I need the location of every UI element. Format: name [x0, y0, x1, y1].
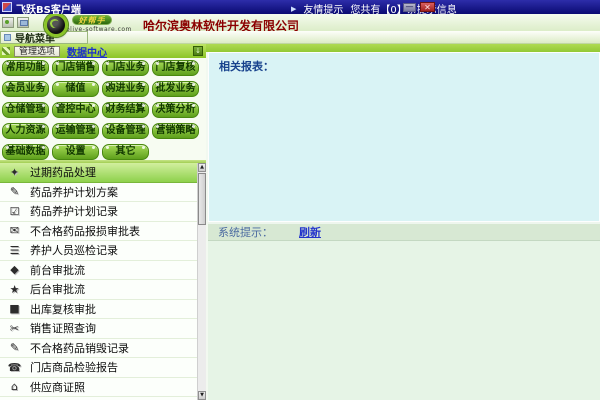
menu-item-icon: ✂ [7, 322, 22, 335]
module-button[interactable]: 基础数据 [2, 144, 49, 160]
menu-item[interactable]: ☰ 养护人员巡检记录 [0, 241, 197, 261]
scroll-up-icon[interactable]: ▲ [198, 163, 206, 172]
tab-data-center[interactable]: 数据中心 [67, 44, 107, 59]
module-button[interactable]: 人力资源 [2, 123, 49, 139]
notice-arrow-icon[interactable]: ▶ [291, 5, 296, 13]
menu-item[interactable]: ☎ 门店商品检验报告 [0, 358, 197, 378]
menu-item-icon: ◆ [7, 263, 22, 276]
module-button[interactable]: 门店销售 [52, 60, 99, 76]
module-button[interactable]: 常用功能 [2, 60, 49, 76]
module-button[interactable]: 财务结算 [102, 102, 149, 118]
related-reports-panel: 相关报表： [208, 52, 600, 222]
menu-item[interactable]: ✦ 过期药品处理 [0, 163, 197, 183]
nav-menu-icon [4, 34, 11, 41]
menu-item-label: 销售证照查询 [30, 320, 96, 336]
menu-item[interactable]: ◆ 前台审批流 [0, 261, 197, 281]
brand-tagline: 好帮手 [72, 15, 112, 25]
left-panel: 常用功能门店销售门店业务门店复核会员业务储值购进业务批发业务仓储管理管控中心财务… [0, 58, 206, 400]
module-button[interactable]: 其它 [102, 144, 149, 160]
system-tip-label: 系统提示： [218, 224, 273, 240]
menu-item-icon: ☑ [7, 205, 22, 218]
menu-item-label: 供应商证照 [30, 379, 85, 395]
refresh-link[interactable]: 刷新 [299, 224, 321, 240]
menu-item-label: 前台审批流 [30, 262, 85, 278]
menu-item[interactable]: ✉ 不合格药品报损审批表 [0, 222, 197, 242]
module-button[interactable]: 管控中心 [52, 102, 99, 118]
notice-label: 友情提示 [303, 1, 343, 16]
menu-item-icon: ✎ [7, 185, 22, 198]
menu-item[interactable]: ☑ 药品养护计划记录 [0, 202, 197, 222]
menu-item-icon: ☰ [7, 244, 22, 257]
menu-item-icon: ■ [7, 302, 22, 315]
module-button[interactable]: 购进业务 [102, 81, 149, 97]
grid-view-icon[interactable] [2, 47, 10, 55]
menu-item-label: 门店商品检验报告 [30, 359, 118, 375]
module-button[interactable]: 门店业务 [102, 60, 149, 76]
menu-item-label: 过期药品处理 [30, 164, 96, 180]
scrollbar-thumb[interactable] [198, 173, 206, 225]
module-button[interactable]: 会员业务 [2, 81, 49, 97]
module-button[interactable]: 储值 [52, 81, 99, 97]
tab-manage-options[interactable]: 管理选项 [14, 46, 60, 57]
titlebar: 飞跃BS客户端 ▶ 友情提示 您共有【0】条提示信息 — ✕ [0, 0, 600, 14]
monitor-icon[interactable] [17, 17, 29, 28]
module-button[interactable]: 仓储管理 [2, 102, 49, 118]
menu-item-label: 养护人员巡检记录 [30, 242, 118, 258]
menu-item-label: 药品养护计划方案 [30, 184, 118, 200]
menu-item-icon: ✎ [7, 341, 22, 354]
navigation-bar: 导航菜单 [0, 31, 600, 44]
menu-item-icon: ★ [7, 283, 22, 296]
app-icon [2, 2, 12, 12]
menu-item-label: 药品养护计划记录 [30, 203, 118, 219]
collapse-button[interactable]: ↓ [193, 46, 203, 56]
related-reports-label: 相关报表： [219, 58, 274, 74]
module-button[interactable]: 门店复核 [152, 60, 199, 76]
module-button[interactable]: 批发业务 [152, 81, 199, 97]
minimize-button[interactable]: — [403, 3, 416, 12]
right-panel: 相关报表： 系统提示： 刷新 [206, 52, 600, 400]
system-tip-strip: 系统提示： 刷新 [208, 222, 600, 241]
scroll-down-icon[interactable]: ▼ [198, 391, 206, 400]
client-tool-icon[interactable] [2, 17, 14, 28]
module-button[interactable]: 设置 [52, 144, 99, 160]
module-button[interactable]: 营销策略 [152, 123, 199, 139]
menu-item-label: 出库复核审批 [30, 301, 96, 317]
nav-menu-header[interactable]: 导航菜单 [0, 31, 88, 44]
menu-item[interactable]: ⌂ 供应商证照 [0, 378, 197, 398]
menu-item[interactable]: ✎ 药品养护计划方案 [0, 183, 197, 203]
menu-item-label: 不合格药品报损审批表 [30, 223, 140, 239]
menu-item-icon: ⌂ [7, 380, 22, 393]
module-button[interactable]: 设备管理 [102, 123, 149, 139]
window-title: 飞跃BS客户端 [16, 1, 81, 16]
olive-logo-icon [44, 13, 68, 37]
content-area [208, 243, 600, 400]
menu-item-label: 不合格药品销毁记录 [30, 340, 129, 356]
menu-item-icon: ✉ [7, 224, 22, 237]
function-menu-list: ✦ 过期药品处理 ✎ 药品养护计划方案 ☑ 药品养护计划记录 ✉ 不合格药品报损… [0, 163, 197, 400]
menu-item-icon: ☎ [7, 361, 22, 374]
menu-item[interactable]: ✎ 不合格药品销毁记录 [0, 339, 197, 359]
close-button[interactable]: ✕ [420, 2, 435, 12]
tab-strip-extension [206, 44, 600, 52]
menu-item[interactable]: ■ 出库复核审批 [0, 300, 197, 320]
module-button[interactable]: 决策分析 [152, 102, 199, 118]
module-button-grid: 常用功能门店销售门店业务门店复核会员业务储值购进业务批发业务仓储管理管控中心财务… [2, 60, 199, 160]
module-button[interactable]: 运输管理 [52, 123, 99, 139]
menu-scrollbar[interactable]: ▲ ▼ [197, 163, 206, 400]
menu-item-label: 后台审批流 [30, 281, 85, 297]
tab-strip: 管理选项 数据中心 ↓ [0, 44, 206, 58]
menu-item-icon: ✦ [7, 166, 22, 179]
header: 好帮手 olive-software.com 哈尔滨奥林软件开发有限公司 [0, 14, 600, 31]
menu-item[interactable]: ★ 后台审批流 [0, 280, 197, 300]
menu-item[interactable]: ✂ 销售证照查询 [0, 319, 197, 339]
